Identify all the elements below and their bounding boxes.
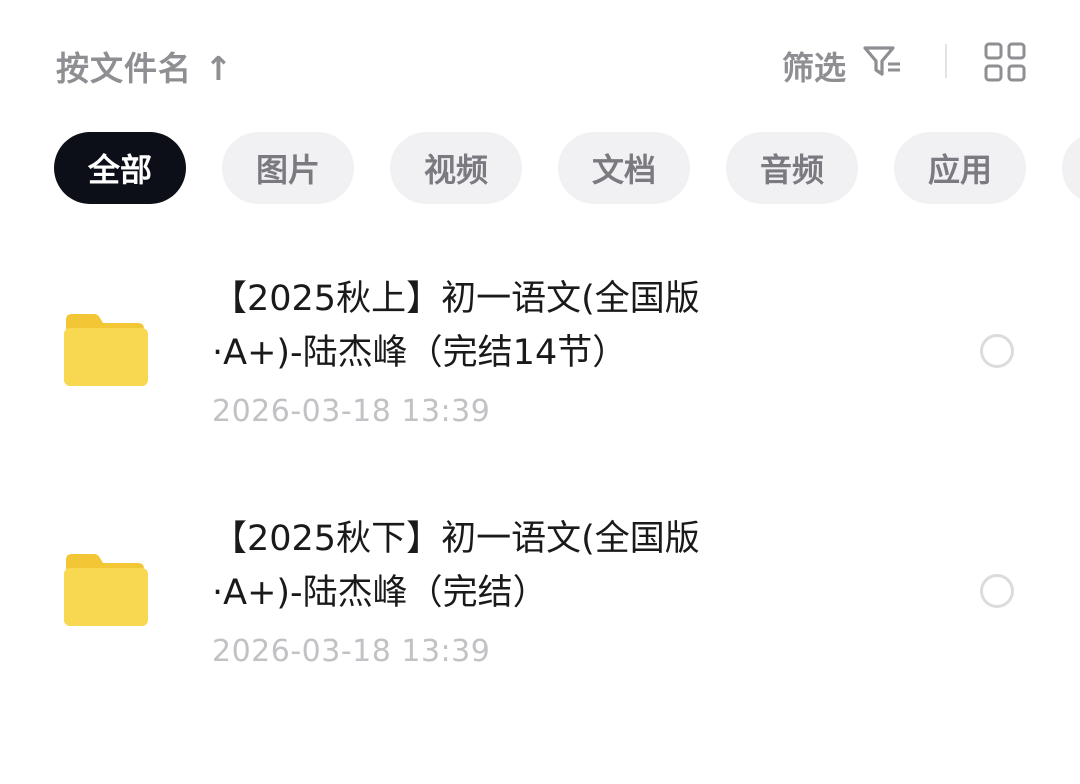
file-name-line2: ·A+)-陆杰峰（完结14节） <box>212 333 628 373</box>
category-tabs: 全部 图片 视频 文档 音频 应用 <box>0 132 1080 204</box>
file-name: 【2025秋上】初一语文(全国版 ·A+)-陆杰峰（完结14节） <box>212 272 832 380</box>
file-row[interactable]: 【2025秋上】初一语文(全国版 ·A+)-陆杰峰（完结14节） 2026-03… <box>0 270 1080 470</box>
file-row[interactable]: 【2025秋下】初一语文(全国版 ·A+)-陆杰峰（完结） 2026-03-18… <box>0 510 1080 710</box>
filter-icon[interactable] <box>862 44 904 80</box>
file-browser: 按文件名 ↑ 筛选 全部 图片 视频 文档 音频 应用 【2025秋上】初一语文… <box>0 0 1080 784</box>
sort-filter-bar: 按文件名 ↑ 筛选 <box>0 30 1080 94</box>
filter-button[interactable]: 筛选 <box>782 43 846 89</box>
folder-icon <box>64 554 148 626</box>
tab-images[interactable]: 图片 <box>222 132 354 204</box>
select-radio[interactable] <box>980 334 1014 368</box>
folder-icon <box>64 314 148 386</box>
tab-videos[interactable]: 视频 <box>390 132 522 204</box>
select-radio[interactable] <box>980 574 1014 608</box>
tab-documents[interactable]: 文档 <box>558 132 690 204</box>
tab-apps[interactable]: 应用 <box>894 132 1026 204</box>
file-date: 2026-03-18 13:39 <box>212 394 491 429</box>
file-name: 【2025秋下】初一语文(全国版 ·A+)-陆杰峰（完结） <box>212 512 832 620</box>
file-date: 2026-03-18 13:39 <box>212 634 491 669</box>
toolbar-divider <box>945 44 947 78</box>
tab-all[interactable]: 全部 <box>54 132 186 204</box>
tab-audio[interactable]: 音频 <box>726 132 858 204</box>
file-name-line1: 【2025秋下】初一语文(全国版 <box>212 519 700 559</box>
file-name-line1: 【2025秋上】初一语文(全国版 <box>212 279 700 319</box>
sort-by-name-button[interactable]: 按文件名 ↑ <box>56 42 233 90</box>
tab-more[interactable] <box>1062 132 1080 204</box>
grid-view-icon[interactable] <box>984 42 1026 82</box>
file-name-line2: ·A+)-陆杰峰（完结） <box>212 573 548 613</box>
